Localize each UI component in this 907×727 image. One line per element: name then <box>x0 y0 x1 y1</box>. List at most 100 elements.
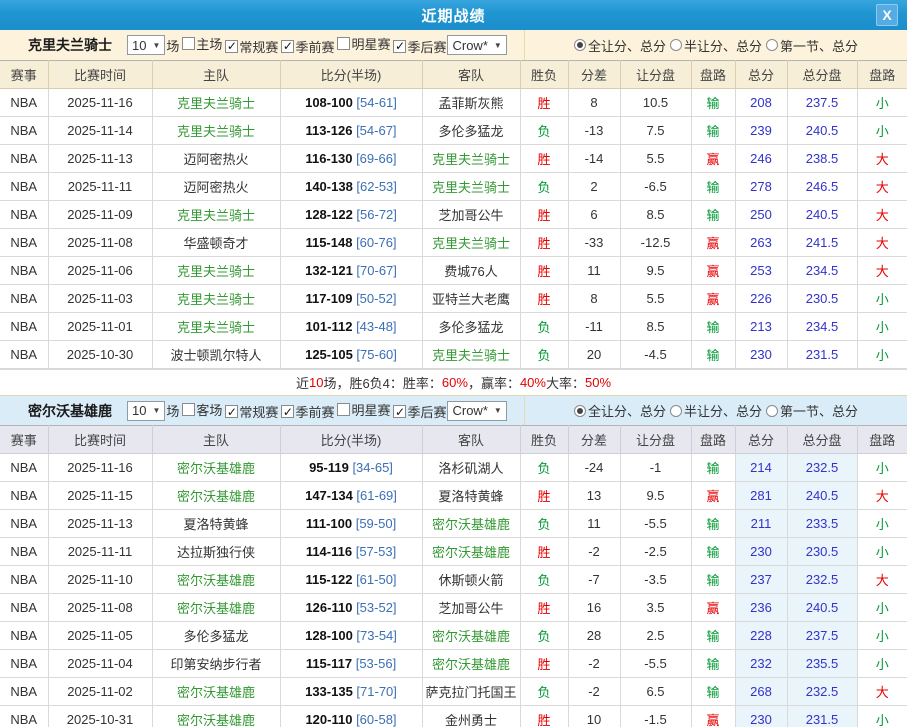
cell-handicap: -4.5 <box>620 341 691 369</box>
cell-date: 2025-10-31 <box>48 706 152 727</box>
cell-handicap: 6.5 <box>620 678 691 706</box>
text-part: 负 <box>537 685 550 700</box>
checkbox-item-3[interactable]: 明星赛 <box>334 400 390 419</box>
cell-away-team: 克里夫兰骑士 <box>422 173 520 201</box>
cell-total-line: 246.5 <box>787 173 857 201</box>
radio-item-1[interactable]: 半让分、总分 <box>670 401 762 420</box>
text-part: 多伦多猛龙 <box>183 629 248 644</box>
cell-result: 负 <box>520 622 568 650</box>
radio-unselected-icon[interactable] <box>766 405 778 417</box>
text-part: 238.5 <box>806 151 839 166</box>
checkbox-item-0[interactable]: 客场 <box>179 400 222 419</box>
cell-total-line: 234.5 <box>787 257 857 285</box>
checkbox-item-2[interactable]: ✓季前赛 <box>278 37 334 56</box>
text-part: 8 <box>590 95 597 110</box>
checkbox-item-4[interactable]: ✓季后赛 <box>390 402 446 421</box>
cell-total: 228 <box>735 622 787 650</box>
text-part: 40% <box>520 375 546 390</box>
text-part: 大 <box>876 152 889 167</box>
cell-date: 2025-11-05 <box>48 622 152 650</box>
text-part: [60-76] <box>352 235 396 250</box>
cell-score: 114-116 [57-53] <box>280 538 422 566</box>
checkbox-checked-icon[interactable]: ✓ <box>393 405 406 418</box>
checkbox-unchecked-icon[interactable] <box>337 403 350 416</box>
cell-handicap-result: 输 <box>691 538 735 566</box>
text-part: NBA <box>10 460 37 475</box>
cell-home-team: 密尔沃基雄鹿 <box>152 594 280 622</box>
cell-diff: 13 <box>568 482 620 510</box>
radio-item-1[interactable]: 半让分、总分 <box>670 36 762 55</box>
cell-handicap: 7.5 <box>620 117 691 145</box>
checkbox-item-4[interactable]: ✓季后赛 <box>390 37 446 56</box>
radio-item-0[interactable]: 全让分、总分 <box>574 36 666 55</box>
checkbox-item-0[interactable]: 主场 <box>179 34 222 53</box>
cell-handicap: 5.5 <box>620 285 691 313</box>
text-part: 3.5 <box>646 600 664 615</box>
cell-away-team: 休斯顿火箭 <box>422 566 520 594</box>
text-part: 235.5 <box>806 656 839 671</box>
checkbox-item-1[interactable]: ✓常规赛 <box>222 37 278 56</box>
text-part: [43-48] <box>352 319 396 334</box>
odds-source-select[interactable]: Crow* ▼ <box>447 35 506 55</box>
text-part: 8 <box>590 291 597 306</box>
games-count-select[interactable]: 10 ▼ <box>127 35 165 55</box>
text-part: 输 <box>706 124 719 139</box>
cell-total-line: 240.5 <box>787 482 857 510</box>
table-row: NBA2025-11-06克里夫兰骑士132-121 [70-67]费城76人胜… <box>0 257 907 285</box>
cell-handicap: 9.5 <box>620 257 691 285</box>
table-row: NBA2025-11-04印第安纳步行者115-117 [53-56]密尔沃基雄… <box>0 650 907 678</box>
cell-result: 负 <box>520 341 568 369</box>
checkbox-unchecked-icon[interactable] <box>337 37 350 50</box>
checkbox-checked-icon[interactable]: ✓ <box>393 40 406 53</box>
checkbox-checked-icon[interactable]: ✓ <box>225 40 238 53</box>
table-row: NBA2025-11-05多伦多猛龙128-100 [73-54]密尔沃基雄鹿负… <box>0 622 907 650</box>
column-header-handicap-result: 盘路 <box>691 426 735 454</box>
checkbox-checked-icon[interactable]: ✓ <box>281 405 294 418</box>
games-suffix-label: 场 <box>166 36 179 55</box>
text-part: 278 <box>750 179 772 194</box>
text-part: 赢 <box>706 264 719 279</box>
dialog-title: 近期战绩 <box>421 5 485 26</box>
radio-selected-icon[interactable] <box>574 39 586 51</box>
games-count-select[interactable]: 10 ▼ <box>127 401 165 421</box>
checkbox-checked-icon[interactable]: ✓ <box>281 40 294 53</box>
cell-result: 负 <box>520 678 568 706</box>
cell-handicap: -3.5 <box>620 566 691 594</box>
cell-result: 胜 <box>520 538 568 566</box>
radio-unselected-icon[interactable] <box>766 39 778 51</box>
cell-total: 278 <box>735 173 787 201</box>
cell-date: 2025-11-10 <box>48 566 152 594</box>
cell-handicap: -2.5 <box>620 538 691 566</box>
radio-unselected-icon[interactable] <box>670 405 682 417</box>
text-part: 2025-11-02 <box>67 684 133 699</box>
text-part: 输 <box>706 96 719 111</box>
text-part: -3.5 <box>644 572 666 587</box>
text-part: 115-117 <box>306 656 352 671</box>
checkbox-unchecked-icon[interactable] <box>182 403 195 416</box>
cell-away-team: 芝加哥公牛 <box>422 594 520 622</box>
radio-selected-icon[interactable] <box>574 405 586 417</box>
text-part: 胜 <box>537 236 550 251</box>
text-part: 240.5 <box>806 600 839 615</box>
text-part: 115-148 <box>305 235 352 250</box>
checkbox-checked-icon[interactable]: ✓ <box>225 405 238 418</box>
text-part: 负 <box>537 180 550 195</box>
radio-item-2[interactable]: 第一节、总分 <box>766 401 858 420</box>
text-part: 10 <box>309 375 323 390</box>
odds-source-select[interactable]: Crow* ▼ <box>447 401 506 421</box>
radio-unselected-icon[interactable] <box>670 39 682 51</box>
radio-item-0[interactable]: 全让分、总分 <box>574 401 666 420</box>
checkbox-item-1[interactable]: ✓常规赛 <box>222 402 278 421</box>
text-part: 8.5 <box>646 207 664 222</box>
cell-home-team: 克里夫兰骑士 <box>152 285 280 313</box>
checkbox-item-3[interactable]: 明星赛 <box>334 34 390 53</box>
text-part: [60-58] <box>352 712 396 727</box>
text-part: 140-138 <box>305 179 353 194</box>
checkbox-unchecked-icon[interactable] <box>182 37 195 50</box>
checkbox-item-2[interactable]: ✓季前赛 <box>278 402 334 421</box>
close-button[interactable]: X <box>876 4 898 26</box>
cell-total-line: 231.5 <box>787 341 857 369</box>
radio-item-2[interactable]: 第一节、总分 <box>766 36 858 55</box>
filters-left-zone: 密尔沃基雄鹿 10 ▼ 场 客场✓常规赛✓季前赛明星赛✓季后赛 Crow* ▼ <box>0 396 525 425</box>
text-part: -14 <box>585 151 604 166</box>
